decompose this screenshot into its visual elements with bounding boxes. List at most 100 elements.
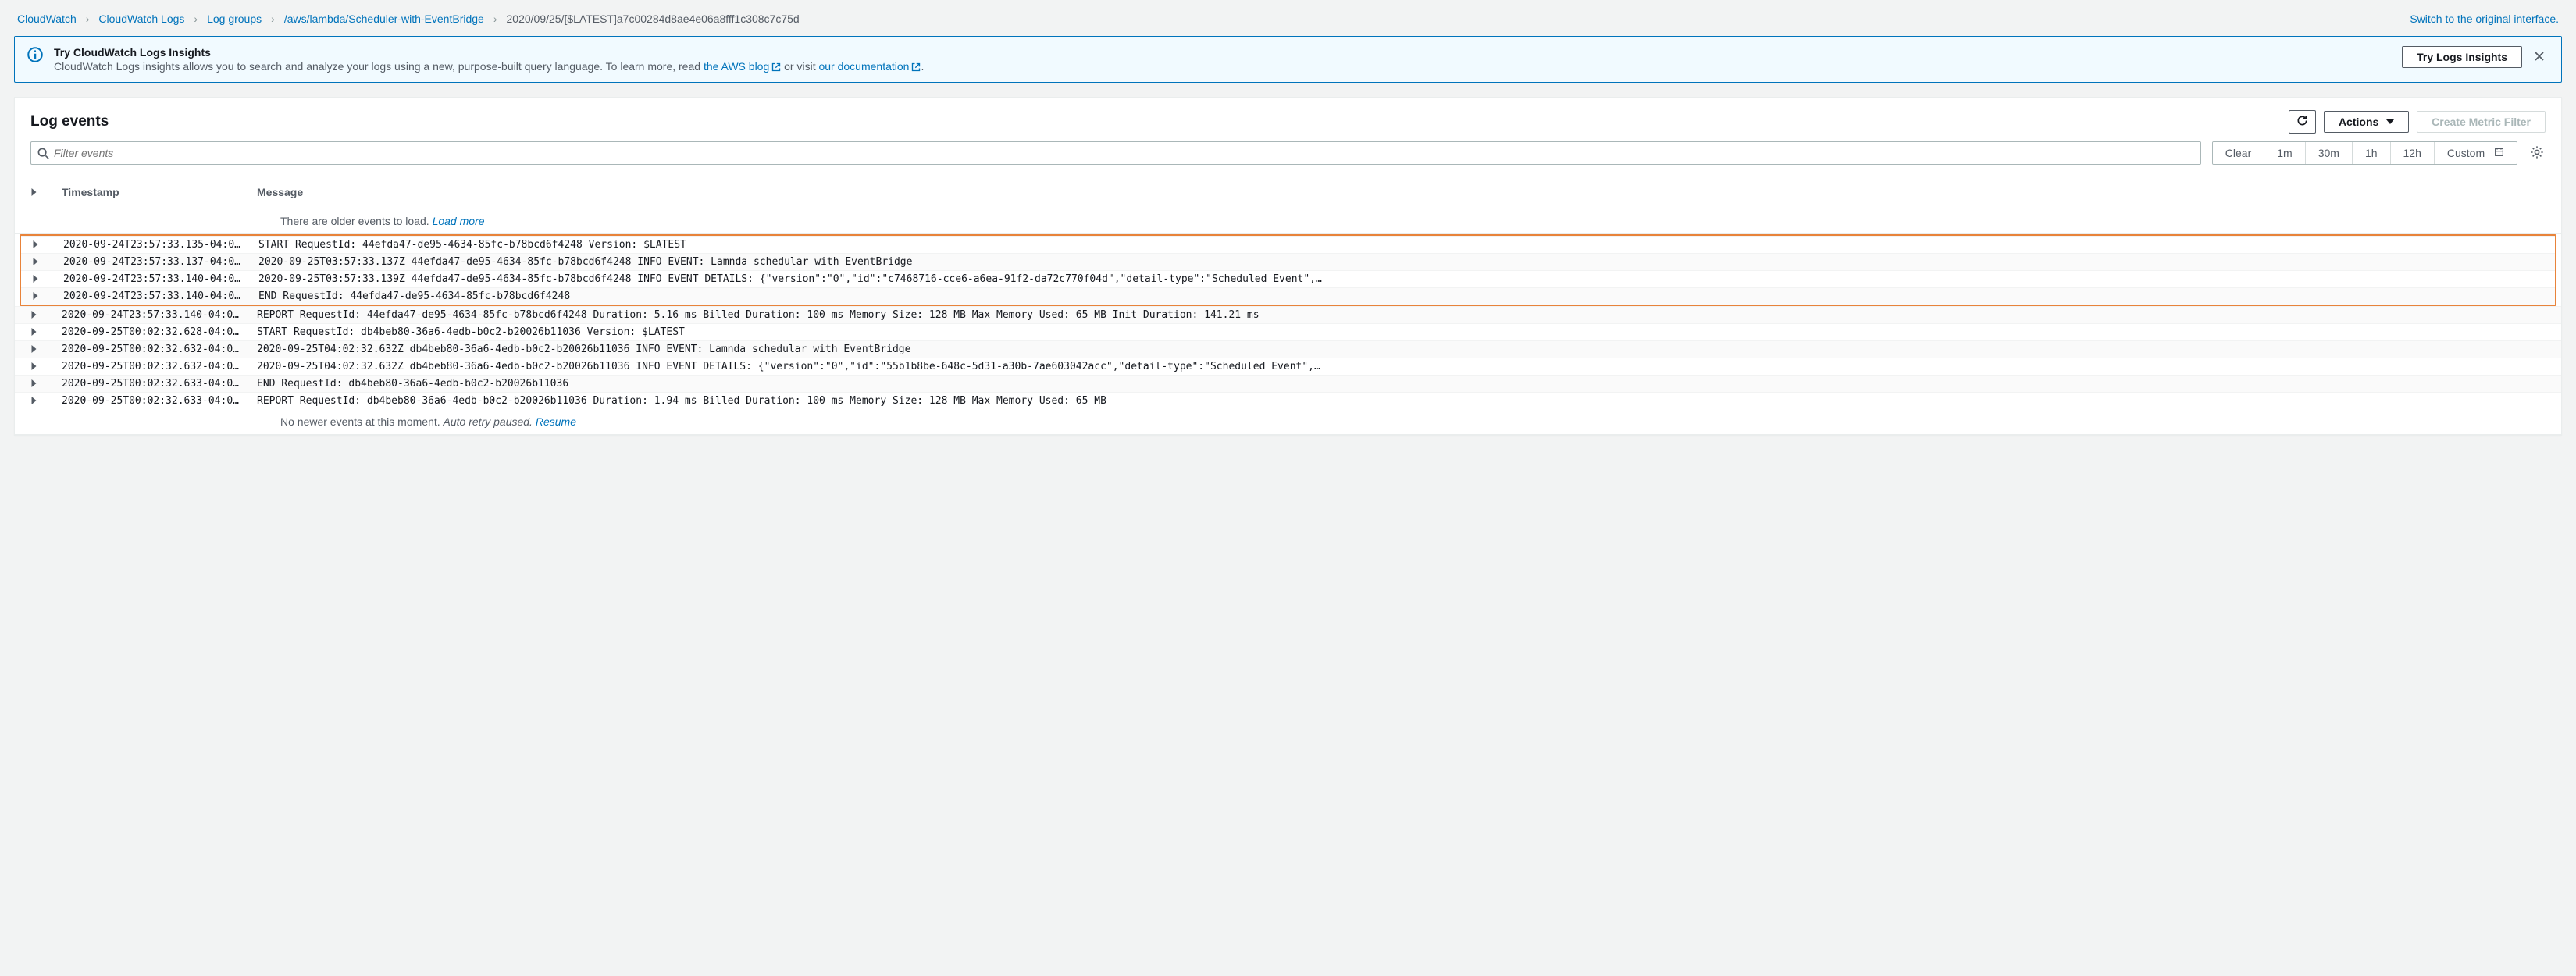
range-1m[interactable]: 1m xyxy=(2264,142,2304,164)
caret-right-icon xyxy=(32,240,39,248)
log-message: START RequestId: 44efda47-de95-4634-85fc… xyxy=(258,239,2544,251)
log-message: END RequestId: db4beb80-36a6-4edb-b0c2-b… xyxy=(257,378,2546,390)
banner-title: Try CloudWatch Logs Insights xyxy=(54,46,2391,59)
chevron-right-icon: › xyxy=(86,12,90,25)
expand-row-toggle[interactable] xyxy=(30,361,37,372)
range-12h[interactable]: 12h xyxy=(2390,142,2434,164)
breadcrumb-logs[interactable]: CloudWatch Logs xyxy=(98,12,184,25)
chevron-right-icon: › xyxy=(271,12,275,25)
log-row[interactable]: 2020-09-25T00:02:32.633-04:0…REPORT Requ… xyxy=(15,392,2561,409)
log-timestamp: 2020-09-25T00:02:32.633-04:0… xyxy=(62,395,257,407)
caret-right-icon xyxy=(30,328,37,336)
log-message: REPORT RequestId: 44efda47-de95-4634-85f… xyxy=(257,309,2546,321)
switch-interface-link[interactable]: Switch to the original interface. xyxy=(2410,12,2559,25)
caret-right-icon xyxy=(32,292,39,300)
caret-right-icon xyxy=(30,188,37,196)
breadcrumb: CloudWatch › CloudWatch Logs › Log group… xyxy=(17,12,800,25)
calendar-icon xyxy=(2494,147,2504,157)
try-logs-insights-button[interactable]: Try Logs Insights xyxy=(2402,46,2522,68)
range-1h[interactable]: 1h xyxy=(2352,142,2390,164)
actions-dropdown[interactable]: Actions xyxy=(2324,111,2409,133)
older-events-row: There are older events to load. Load mor… xyxy=(15,208,2561,234)
breadcrumb-cloudwatch[interactable]: CloudWatch xyxy=(17,12,77,25)
log-timestamp: 2020-09-24T23:57:33.140-04:0… xyxy=(63,290,258,302)
range-clear[interactable]: Clear xyxy=(2213,142,2264,164)
log-row[interactable]: 2020-09-24T23:57:33.140-04:0…END Request… xyxy=(21,287,2555,305)
breadcrumb-log-groups[interactable]: Log groups xyxy=(207,12,262,25)
filter-events-input[interactable] xyxy=(49,142,2194,164)
breadcrumb-current: 2020/09/25/[$LATEST]a7c00284d8ae4e06a8ff… xyxy=(507,12,800,25)
close-banner-button[interactable] xyxy=(2530,47,2549,68)
expand-row-toggle[interactable] xyxy=(32,273,39,285)
caret-right-icon xyxy=(30,345,37,353)
expand-row-toggle[interactable] xyxy=(30,378,37,390)
chevron-right-icon: › xyxy=(493,12,497,25)
gear-icon xyxy=(2530,145,2544,159)
load-more-link[interactable]: Load more xyxy=(433,215,485,227)
log-row[interactable]: 2020-09-24T23:57:33.135-04:0…START Reque… xyxy=(21,236,2555,253)
info-icon xyxy=(27,47,43,65)
log-timestamp: 2020-09-25T00:02:32.633-04:0… xyxy=(62,378,257,390)
range-30m[interactable]: 30m xyxy=(2305,142,2352,164)
log-row[interactable]: 2020-09-24T23:57:33.137-04:0…2020-09-25T… xyxy=(21,253,2555,270)
caret-right-icon xyxy=(30,379,37,387)
search-icon xyxy=(37,148,49,159)
refresh-icon xyxy=(2296,115,2308,126)
log-row[interactable]: 2020-09-25T00:02:32.633-04:0…END Request… xyxy=(15,375,2561,392)
create-metric-filter-button: Create Metric Filter xyxy=(2417,111,2546,133)
section-title: Log events xyxy=(30,113,109,130)
breadcrumb-log-group-name[interactable]: /aws/lambda/Scheduler-with-EventBridge xyxy=(284,12,484,25)
table-header: Timestamp Message xyxy=(15,176,2561,208)
log-row[interactable]: 2020-09-25T00:02:32.632-04:0…2020-09-25T… xyxy=(15,358,2561,375)
expand-row-toggle[interactable] xyxy=(30,326,37,338)
banner-body: CloudWatch Logs insights allows you to s… xyxy=(54,60,2391,73)
highlighted-log-group: 2020-09-24T23:57:33.135-04:0…START Reque… xyxy=(20,234,2556,306)
log-timestamp: 2020-09-24T23:57:33.140-04:0… xyxy=(63,273,258,285)
log-timestamp: 2020-09-25T00:02:32.632-04:0… xyxy=(62,344,257,355)
log-timestamp: 2020-09-24T23:57:33.137-04:0… xyxy=(63,256,258,268)
expand-row-toggle[interactable] xyxy=(32,256,39,268)
filter-input-wrap[interactable] xyxy=(30,141,2201,165)
expand-row-toggle[interactable] xyxy=(32,290,39,302)
caret-right-icon xyxy=(30,397,37,404)
caret-right-icon xyxy=(30,311,37,319)
expand-row-toggle[interactable] xyxy=(30,309,37,321)
caret-down-icon xyxy=(2386,118,2394,126)
col-header-message[interactable]: Message xyxy=(257,186,2546,198)
log-timestamp: 2020-09-25T00:02:32.628-04:0… xyxy=(62,326,257,338)
close-icon xyxy=(2533,50,2546,62)
log-row[interactable]: 2020-09-25T00:02:32.628-04:0…START Reque… xyxy=(15,323,2561,340)
caret-right-icon xyxy=(32,258,39,265)
log-events-card: Log events Actions Create Metric Filter … xyxy=(14,97,2562,436)
log-row[interactable]: 2020-09-25T00:02:32.632-04:0…2020-09-25T… xyxy=(15,340,2561,358)
resume-link[interactable]: Resume xyxy=(536,415,576,428)
log-message: 2020-09-25T04:02:32.632Z db4beb80-36a6-4… xyxy=(257,344,2546,355)
log-message: 2020-09-25T03:57:33.139Z 44efda47-de95-4… xyxy=(258,273,2544,285)
log-row[interactable]: 2020-09-24T23:57:33.140-04:0…2020-09-25T… xyxy=(21,270,2555,287)
log-message: 2020-09-25T03:57:33.137Z 44efda47-de95-4… xyxy=(258,256,2544,268)
documentation-link[interactable]: our documentation xyxy=(818,60,921,73)
log-row[interactable]: 2020-09-24T23:57:33.140-04:0…REPORT Requ… xyxy=(15,306,2561,323)
settings-button[interactable] xyxy=(2528,141,2546,165)
expand-all-toggle[interactable] xyxy=(30,186,37,198)
newer-events-row: No newer events at this moment. Auto ret… xyxy=(15,409,2561,435)
log-timestamp: 2020-09-25T00:02:32.632-04:0… xyxy=(62,361,257,372)
log-message: END RequestId: 44efda47-de95-4634-85fc-b… xyxy=(258,290,2544,302)
aws-blog-link[interactable]: the AWS blog xyxy=(704,60,781,73)
caret-right-icon xyxy=(30,362,37,370)
log-message: REPORT RequestId: db4beb80-36a6-4edb-b0c… xyxy=(257,395,2546,407)
log-message: START RequestId: db4beb80-36a6-4edb-b0c2… xyxy=(257,326,2546,338)
expand-row-toggle[interactable] xyxy=(30,395,37,407)
col-header-timestamp[interactable]: Timestamp xyxy=(62,186,257,198)
range-custom[interactable]: Custom xyxy=(2434,142,2517,164)
log-timestamp: 2020-09-24T23:57:33.135-04:0… xyxy=(63,239,258,251)
chevron-right-icon: › xyxy=(194,12,198,25)
caret-right-icon xyxy=(32,275,39,283)
info-banner: Try CloudWatch Logs Insights CloudWatch … xyxy=(14,36,2562,83)
time-range-selector: Clear 1m 30m 1h 12h Custom xyxy=(2212,141,2517,165)
expand-row-toggle[interactable] xyxy=(30,344,37,355)
log-message: 2020-09-25T04:02:32.632Z db4beb80-36a6-4… xyxy=(257,361,2546,372)
expand-row-toggle[interactable] xyxy=(32,239,39,251)
refresh-button[interactable] xyxy=(2289,110,2316,134)
log-timestamp: 2020-09-24T23:57:33.140-04:0… xyxy=(62,309,257,321)
